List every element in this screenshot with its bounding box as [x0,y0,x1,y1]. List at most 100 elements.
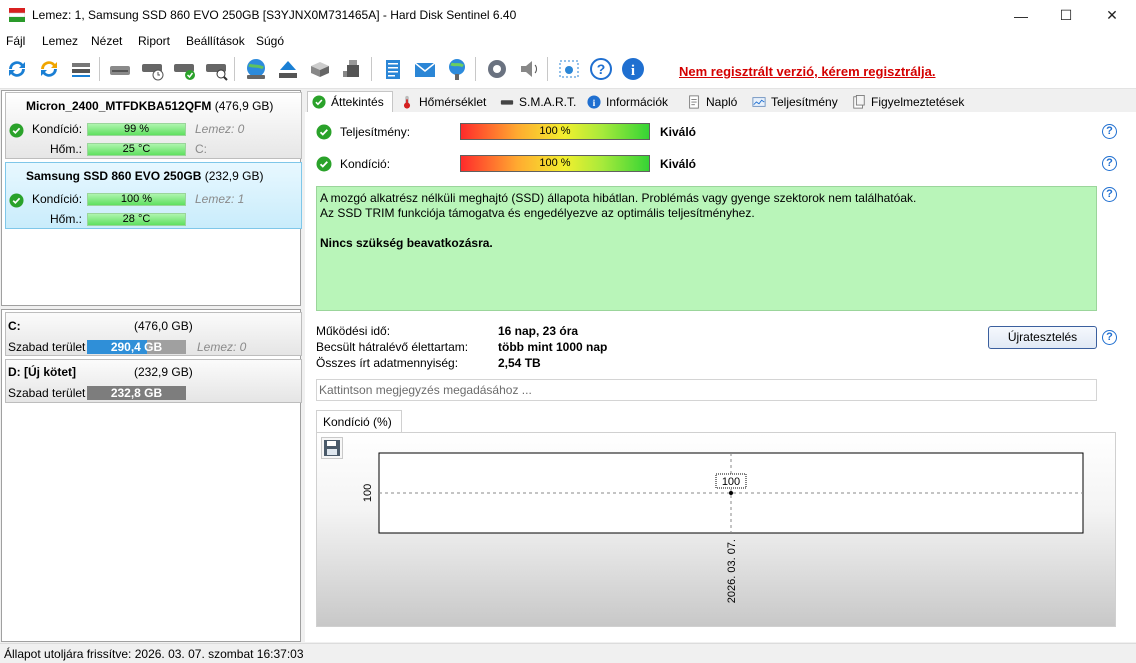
written-value: 2,54 TB [498,356,541,370]
maximize-button[interactable]: ☐ [1043,0,1089,31]
tab-information[interactable]: i Információk [587,91,668,112]
tab-performance[interactable]: Teljesítmény [752,91,838,112]
document-icon [689,94,699,109]
comment-input[interactable]: Kattintson megjegyzés megadásához ... [316,379,1097,401]
refresh-all-icon[interactable] [36,56,62,82]
free-space-value: 290,4 GB [110,340,163,354]
volume-size: (476,0 GB) [134,319,193,333]
temperature-label: Hőm.: [50,212,83,226]
free-space-label: Szabad terület [8,340,86,354]
condition-bar: 99 % [87,123,186,136]
menu-help[interactable]: Súgó [256,34,284,48]
drive-icon[interactable] [107,56,133,82]
disk-index-note: Lemez: 1 [195,192,245,206]
written-label: Összes írt adatmennyiség: [316,356,459,370]
ok-check-icon [316,156,332,172]
tab-smart[interactable]: S.M.A.R.T. [500,91,576,112]
chart-area: 100 2026. 03. 07. 100 [316,432,1116,627]
message-line: Az SSD TRIM funkciója támogatva és enged… [320,206,755,220]
report-icon[interactable] [380,56,406,82]
drive-test-ok-icon[interactable] [171,56,197,82]
tab-log[interactable]: Napló [687,91,737,112]
close-button[interactable]: ✕ [1089,0,1135,31]
status-bar: Állapot utoljára frissítve: 2026. 03. 07… [0,643,1136,663]
free-space-bar: 232,8 GB [87,386,186,400]
menu-report[interactable]: Riport [138,34,170,48]
drive-schedule-icon[interactable] [139,56,165,82]
app-icon [9,8,25,22]
help-icon[interactable]: ? [1102,124,1117,139]
condition-bar: 100 % [87,193,186,206]
menu-bar: Fájl Lemez Nézet Riport Beállítások Súgó [0,31,1136,51]
refresh-icon[interactable] [4,56,30,82]
chart-tab-condition[interactable]: Kondíció (%) [316,410,402,433]
svg-text:?: ? [597,61,606,77]
ok-check-icon [316,124,332,140]
drive-cube-icon[interactable] [307,56,333,82]
globe-drive-icon[interactable] [243,56,269,82]
chart-icon [752,96,766,107]
condition-label: Kondíció: [32,122,83,136]
disk-name: Micron_2400_MTFDKBA512QFM [26,99,212,113]
condition-label: Kondíció: [32,192,83,206]
menu-view[interactable]: Nézet [91,34,122,48]
svg-text:i: i [593,97,596,108]
volume-name: D: [Új kötet] [8,365,76,379]
unregistered-notice-link[interactable]: Nem regisztrált verzió, kérem regisztrál… [679,64,936,79]
settings-gear-icon[interactable] [484,56,510,82]
uptime-value: 16 nap, 23 óra [498,324,579,338]
performance-meter: 100 % [460,123,650,140]
tab-temperature[interactable]: Hőmérséklet [400,91,486,112]
disk-list-panel: Micron_2400_MTFDKBA512QFM (476,9 GB) Kon… [1,90,302,306]
help-icon[interactable]: ? [1102,187,1117,202]
email-icon[interactable] [412,56,438,82]
help-icon[interactable]: ? [1102,156,1117,171]
menu-disk[interactable]: Lemez [42,34,78,48]
menu-settings[interactable]: Beállítások [186,34,245,48]
disk-card-micron[interactable]: Micron_2400_MTFDKBA512QFM (476,9 GB) Kon… [5,92,302,159]
free-space-bar: 290,4 GB [87,340,186,354]
lifetime-value: több mint 1000 nap [498,340,608,354]
condition-meter: 100 % [460,155,650,172]
drive-icon [500,99,514,105]
toolbar: ? i Nem regisztrált verzió, kérem regisz… [0,51,1136,89]
sound-icon[interactable] [516,56,542,82]
condition-chart: 100 2026. 03. 07. 100 [362,452,1084,603]
usb-drive-icon[interactable] [339,56,365,82]
volume-card-d[interactable]: D: [Új kötet] (232,9 GB) Szabad terület … [5,359,302,403]
uptime-label: Működési idő: [316,324,391,338]
svg-text:i: i [631,63,635,79]
tab-alerts[interactable]: Figyelmeztetések [852,91,964,112]
condition-rating: Kiváló [660,157,697,171]
disk-list-icon[interactable] [68,56,94,82]
retest-button[interactable]: Újratesztelés [988,326,1097,349]
info-icon[interactable]: i [620,56,646,82]
screenshot-icon[interactable] [556,56,582,82]
overview-panel: Teljesítmény: 100 % Kiváló ? Kondíció: 1… [305,112,1136,642]
data-point [729,491,733,495]
lifetime-label: Becsült hátralévő élettartam: [316,340,469,354]
disk-card-samsung[interactable]: Samsung SSD 860 EVO 250GB (232,9 GB) Kon… [5,162,302,229]
drive-search-icon[interactable] [203,56,229,82]
performance-label: Teljesítmény: [340,125,411,139]
minimize-button[interactable]: — [998,0,1044,31]
volume-size: (232,9 GB) [134,365,193,379]
disk-index-note: Lemez: 0 [195,122,245,136]
condition-label: Kondíció: [340,157,391,171]
disk-name: Samsung SSD 860 EVO 250GB [26,169,202,183]
thermometer-icon [403,95,411,109]
volume-name: C: [8,319,21,333]
network-icon[interactable] [444,56,470,82]
status-message-box: A mozgó alkatrész nélküli meghajtó (SSD)… [316,186,1097,311]
eject-icon[interactable] [275,56,301,82]
temperature-label: Hőm.: [50,142,83,156]
help-icon[interactable]: ? [588,56,614,82]
volume-card-c[interactable]: C: (476,0 GB) Szabad terület 290,4 GB Le… [5,312,302,356]
alerts-document-icon [853,94,865,109]
help-icon[interactable]: ? [1102,330,1117,345]
temperature-bar: 28 °C [87,213,186,226]
title-bar: Lemez: 1, Samsung SSD 860 EVO 250GB [S3Y… [0,0,1136,31]
menu-file[interactable]: Fájl [6,34,25,48]
tab-overview[interactable]: Áttekintés [307,91,393,112]
message-line: A mozgó alkatrész nélküli meghajtó (SSD)… [320,191,917,205]
